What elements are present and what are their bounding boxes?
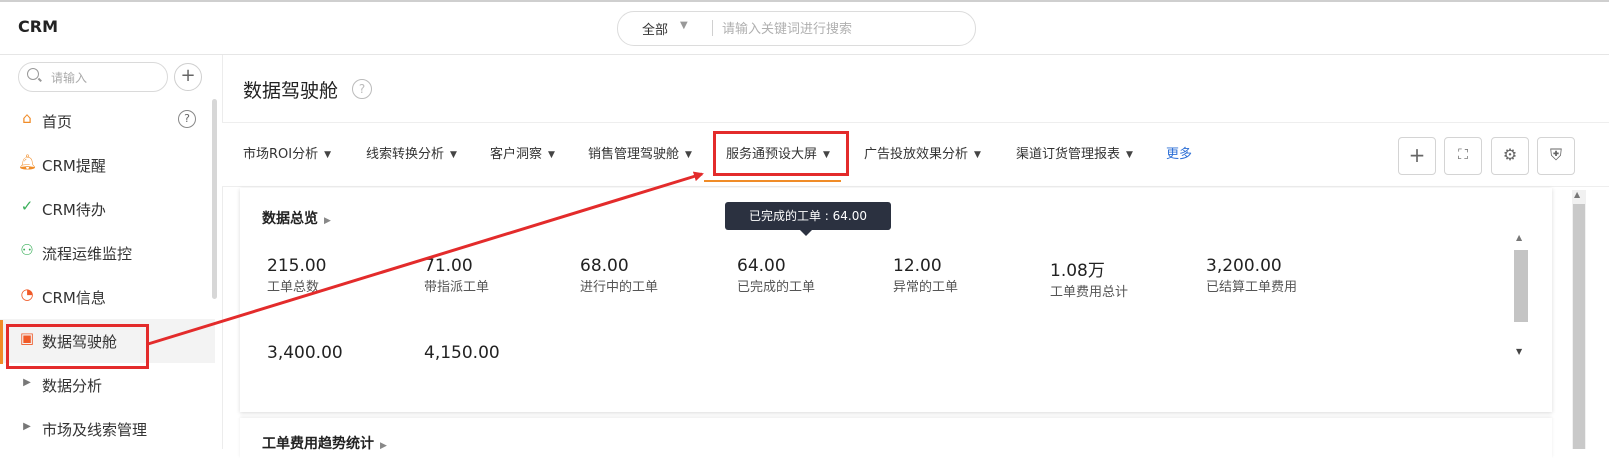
annotation-arrow bbox=[147, 171, 704, 346]
